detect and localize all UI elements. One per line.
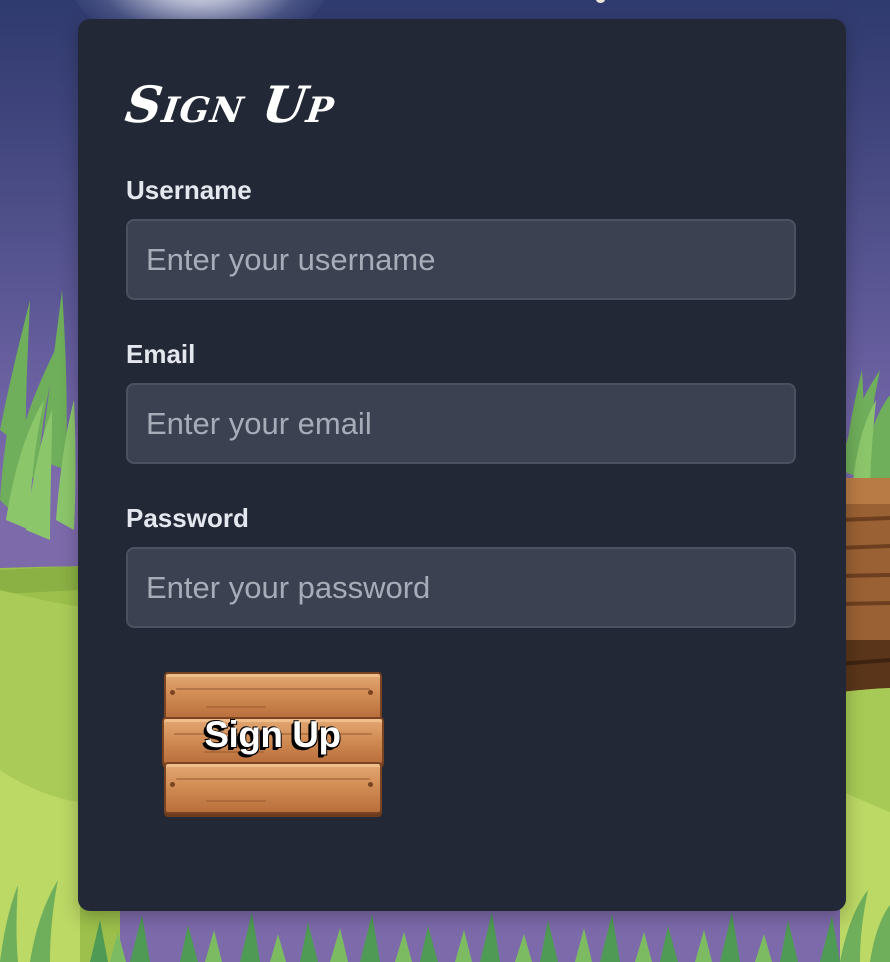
nail-icon [170, 782, 175, 787]
email-label: Email [126, 339, 196, 369]
username-label: Username [126, 175, 252, 205]
password-input[interactable] [126, 547, 796, 628]
page-title: Sign Up [121, 75, 339, 134]
sign-up-button-label: Sign Up [204, 714, 341, 755]
username-input[interactable] [126, 219, 796, 300]
wood-plank-bottom [164, 762, 382, 814]
sign-up-button[interactable]: Sign Up [162, 670, 384, 816]
email-input[interactable] [126, 383, 796, 464]
nail-icon [170, 690, 175, 695]
signup-card: Sign Up Username Email Password Sign Up [78, 19, 846, 911]
password-label: Password [126, 503, 249, 533]
nail-icon [368, 782, 373, 787]
nail-icon [368, 690, 373, 695]
wood-plank-top [164, 672, 382, 720]
